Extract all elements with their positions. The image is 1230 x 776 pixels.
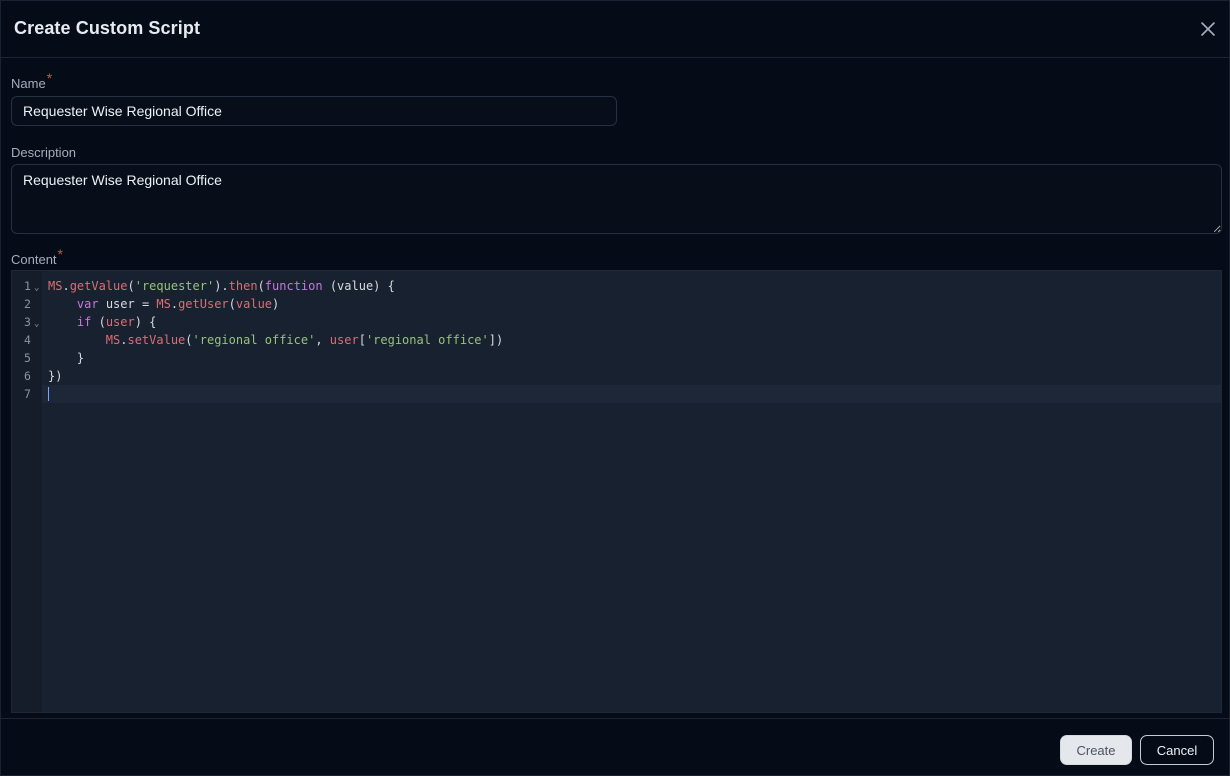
code-editor[interactable]: 1 ⌄ MS.getValue('requester').then(functi…	[11, 270, 1222, 713]
close-button[interactable]	[1197, 18, 1219, 40]
line-number: 5	[24, 351, 31, 365]
name-required-mark: *	[46, 70, 53, 86]
code-text: MS.setValue('regional office', user['reg…	[105, 333, 504, 347]
code-line-4[interactable]: 4 MS.setValue('regional office', user['r…	[12, 331, 1221, 349]
code-text: var user = MS.getUser(value)	[76, 297, 280, 311]
code-line-7[interactable]: 7	[12, 385, 1221, 403]
active-line-highlight	[42, 385, 1221, 403]
line-number: 7	[24, 387, 31, 401]
name-input[interactable]	[11, 96, 617, 126]
description-label-text: Description	[11, 145, 77, 160]
dialog-header: Create Custom Script	[1, 1, 1229, 58]
code-line-6[interactable]: 6 })	[12, 367, 1221, 385]
code-text: if (user) {	[76, 315, 157, 329]
code-line-1[interactable]: 1 ⌄ MS.getValue('requester').then(functi…	[12, 277, 1221, 295]
code-text: MS.getValue('requester').then(function (…	[48, 279, 395, 293]
content-label-text: Content	[11, 252, 57, 267]
code-text: }	[48, 351, 85, 365]
code-text: })	[48, 369, 63, 383]
content-label: Content*	[11, 246, 63, 267]
create-custom-script-dialog: Create Custom Script Name* Description R…	[0, 0, 1230, 776]
text-cursor	[48, 387, 49, 401]
name-label: Name*	[11, 70, 52, 91]
dialog-footer: Create Cancel	[1, 718, 1229, 776]
cancel-button[interactable]: Cancel	[1140, 735, 1214, 765]
content-required-mark: *	[57, 246, 63, 262]
line-number: 4	[24, 333, 31, 347]
name-label-text: Name	[11, 76, 46, 91]
line-number: 2	[24, 297, 31, 311]
create-button[interactable]: Create	[1060, 735, 1132, 765]
close-icon	[1201, 22, 1215, 36]
code-line-2[interactable]: 2 var user = MS.getUser(value)	[12, 295, 1221, 313]
code-line-5[interactable]: 5 }	[12, 349, 1221, 367]
code-line-3[interactable]: 3 ⌄ if (user) {	[12, 313, 1221, 331]
description-label: Description	[11, 145, 76, 160]
dialog-title: Create Custom Script	[14, 18, 201, 38]
description-textarea[interactable]: Requester Wise Regional Office	[11, 164, 1222, 234]
line-number: 6	[24, 369, 31, 383]
